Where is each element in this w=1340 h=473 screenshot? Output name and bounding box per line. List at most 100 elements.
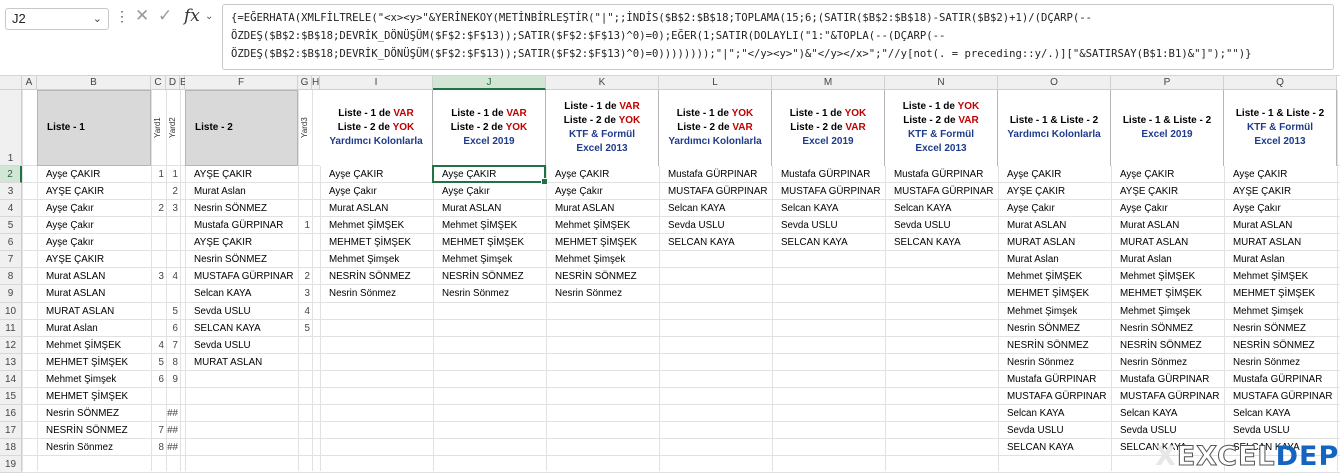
cancel-icon[interactable]: ✕: [135, 6, 149, 26]
row-header-10[interactable]: 10: [0, 302, 22, 320]
cell-d3[interactable]: 2: [166, 183, 180, 200]
cell-d16[interactable]: ##: [166, 405, 180, 422]
cell-p12[interactable]: NESRİN SÖNMEZ: [1111, 337, 1224, 354]
cell-m4[interactable]: Selcan KAYA: [772, 200, 885, 217]
cell-i3[interactable]: Ayşe Çakır: [320, 183, 433, 200]
row-header-4[interactable]: 4: [0, 200, 22, 218]
cell-n3[interactable]: MUSTAFA GÜRPINAR: [885, 183, 998, 200]
cell-q12[interactable]: NESRİN SÖNMEZ: [1224, 337, 1337, 354]
header-cell-m[interactable]: Liste - 1 de YOK Liste - 2 de VAR Excel 20…: [772, 90, 885, 166]
cell-d10[interactable]: 5: [166, 303, 180, 320]
formula-expand-chevron-icon[interactable]: ⌄: [205, 11, 213, 22]
enter-check-icon[interactable]: ✓: [158, 6, 172, 26]
cell-p13[interactable]: Nesrin Sönmez: [1111, 354, 1224, 371]
cell-m6[interactable]: SELCAN KAYA: [772, 234, 885, 251]
cell-f5[interactable]: Mustafa GÜRPINAR: [185, 217, 298, 234]
row-header-7[interactable]: 7: [0, 251, 22, 269]
cell-o15[interactable]: MUSTAFA GÜRPINAR: [998, 388, 1111, 405]
cell-p14[interactable]: Mustafa GÜRPINAR: [1111, 371, 1224, 388]
cell-b12[interactable]: Mehmet ŞİMŞEK: [37, 337, 151, 354]
cell-k8[interactable]: NESRİN SÖNMEZ: [546, 268, 659, 285]
cell-f2[interactable]: AYŞE ÇAKIR: [185, 166, 298, 183]
header-cell-k[interactable]: Liste - 1 de VAR Liste - 2 de YOK KTF & Fo…: [546, 90, 659, 166]
header-cell-i[interactable]: Liste - 1 de VAR Liste - 2 de YOK Yardımcı…: [320, 90, 433, 166]
cell-p8[interactable]: Mehmet ŞİMŞEK: [1111, 268, 1224, 285]
cell-n5[interactable]: Sevda USLU: [885, 217, 998, 234]
row-header-5[interactable]: 5: [0, 217, 22, 235]
cell-b5[interactable]: Ayşe Çakır: [37, 217, 151, 234]
cell-k9[interactable]: Nesrin Sönmez: [546, 285, 659, 302]
cell-q5[interactable]: Murat ASLAN: [1224, 217, 1337, 234]
cell-q14[interactable]: Mustafa GÜRPINAR: [1224, 371, 1337, 388]
cell-d17[interactable]: ##: [166, 422, 180, 439]
column-header-i[interactable]: I: [320, 76, 433, 90]
cell-o10[interactable]: Mehmet Şimşek: [998, 303, 1111, 320]
cell-g11[interactable]: 5: [298, 320, 312, 337]
more-options-icon[interactable]: ⋮: [115, 8, 129, 25]
insert-function-icon[interactable]: fx: [184, 6, 200, 26]
cell-o12[interactable]: NESRİN SÖNMEZ: [998, 337, 1111, 354]
cell-p17[interactable]: Sevda USLU: [1111, 422, 1224, 439]
cell-o16[interactable]: Selcan KAYA: [998, 405, 1111, 422]
header-cell-f[interactable]: Liste - 2: [185, 90, 298, 166]
cell-k7[interactable]: Mehmet Şimşek: [546, 251, 659, 268]
cell-j2[interactable]: Ayşe ÇAKIR: [433, 166, 546, 183]
cell-j6[interactable]: MEHMET ŞİMŞEK: [433, 234, 546, 251]
column-header-d[interactable]: D: [166, 76, 180, 90]
column-header-o[interactable]: O: [998, 76, 1111, 90]
header-cell-p[interactable]: Liste - 1 & Liste - 2 Excel 2019: [1111, 90, 1224, 166]
cell-p16[interactable]: Selcan KAYA: [1111, 405, 1224, 422]
cell-p9[interactable]: MEHMET ŞİMŞEK: [1111, 285, 1224, 302]
select-all-corner[interactable]: [0, 76, 22, 90]
cell-j3[interactable]: Ayşe Çakır: [433, 183, 546, 200]
cell-o8[interactable]: Mehmet ŞİMŞEK: [998, 268, 1111, 285]
cell-o5[interactable]: Murat ASLAN: [998, 217, 1111, 234]
cell-q9[interactable]: MEHMET ŞİMŞEK: [1224, 285, 1337, 302]
cell-d11[interactable]: 6: [166, 320, 180, 337]
header-cell-j[interactable]: Liste - 1 de VAR Liste - 2 de YOK Excel 20…: [433, 90, 546, 166]
cell-k6[interactable]: MEHMET ŞİMŞEK: [546, 234, 659, 251]
cell-f7[interactable]: Nesrin SÖNMEZ: [185, 251, 298, 268]
cell-o2[interactable]: Ayşe ÇAKIR: [998, 166, 1111, 183]
row-header-16[interactable]: 16: [0, 404, 22, 423]
name-box-chevron-icon[interactable]: ⌄: [93, 9, 102, 29]
cell-o13[interactable]: Nesrin Sönmez: [998, 354, 1111, 371]
cell-f8[interactable]: MUSTAFA GÜRPINAR: [185, 268, 298, 285]
cell-k2[interactable]: Ayşe ÇAKIR: [546, 166, 659, 183]
cell-f13[interactable]: MURAT ASLAN: [185, 354, 298, 371]
cell-b8[interactable]: Murat ASLAN: [37, 268, 151, 285]
cell-d13[interactable]: 8: [166, 354, 180, 371]
cell-b18[interactable]: Nesrin Sönmez: [37, 439, 151, 456]
cell-b10[interactable]: MURAT ASLAN: [37, 303, 151, 320]
cell-c14[interactable]: 6: [151, 371, 166, 388]
cell-q17[interactable]: Sevda USLU: [1224, 422, 1337, 439]
cell-o11[interactable]: Nesrin SÖNMEZ: [998, 320, 1111, 337]
cell-l5[interactable]: Sevda USLU: [659, 217, 772, 234]
cell-o14[interactable]: Mustafa GÜRPINAR: [998, 371, 1111, 388]
cell-b11[interactable]: Murat Aslan: [37, 320, 151, 337]
row-header-9[interactable]: 9: [0, 285, 22, 303]
cell-b7[interactable]: AYŞE ÇAKIR: [37, 251, 151, 268]
cell-d4[interactable]: 3: [166, 200, 180, 217]
cell-q2[interactable]: Ayşe ÇAKIR: [1224, 166, 1337, 183]
cell-g5[interactable]: 1: [298, 217, 312, 234]
cell-o7[interactable]: Murat Aslan: [998, 251, 1111, 268]
cell-q15[interactable]: MUSTAFA GÜRPINAR: [1224, 388, 1337, 405]
column-header-a[interactable]: A: [22, 76, 37, 90]
cell-d12[interactable]: 7: [166, 337, 180, 354]
row-header-8[interactable]: 8: [0, 268, 22, 286]
cell-p11[interactable]: Nesrin SÖNMEZ: [1111, 320, 1224, 337]
cell-l4[interactable]: Selcan KAYA: [659, 200, 772, 217]
cell-o17[interactable]: Sevda USLU: [998, 422, 1111, 439]
header-cell-l[interactable]: Liste - 1 de YOK Liste - 2 de VAR Yardımcı…: [659, 90, 772, 166]
cell-g8[interactable]: 2: [298, 268, 312, 285]
cell-n4[interactable]: Selcan KAYA: [885, 200, 998, 217]
cell-j8[interactable]: NESRİN SÖNMEZ: [433, 268, 546, 285]
cell-d8[interactable]: 4: [166, 268, 180, 285]
cell-b3[interactable]: AYŞE ÇAKIR: [37, 183, 151, 200]
cell-d14[interactable]: 9: [166, 371, 180, 388]
cell-d18[interactable]: ##: [166, 439, 180, 456]
header-cell-b[interactable]: Liste - 1: [37, 90, 151, 166]
column-header-k[interactable]: K: [546, 76, 659, 90]
column-header-h[interactable]: H: [312, 76, 320, 90]
